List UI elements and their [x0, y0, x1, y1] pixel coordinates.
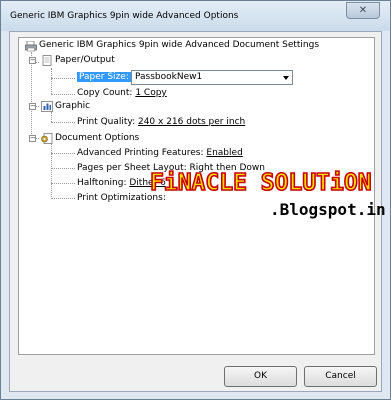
paper-size-dropdown[interactable]: PassbookNew1 [131, 70, 293, 85]
window-title: Generic IBM Graphics 9pin wide Advanced … [10, 11, 239, 21]
chevron-down-icon [283, 76, 289, 80]
tree-root-label: Generic IBM Graphics 9pin wide Advanced … [39, 40, 320, 50]
settings-tree[interactable]: Generic IBM Graphics 9pin wide Advanced … [18, 37, 375, 355]
close-icon: ✕ [358, 5, 368, 16]
print-quality-value[interactable]: 240 x 216 dots per inch [138, 117, 245, 127]
printer-document-icon [25, 41, 37, 52]
tree-item-print-quality[interactable]: Print Quality: 240 x 216 dots per inch [77, 116, 245, 129]
tree-item-copy-count[interactable]: Copy Count: 1 Copy [77, 87, 167, 100]
tree-line [51, 183, 75, 184]
print-optimizations-label: Print Optimizations: [77, 193, 166, 203]
pages-per-sheet-value[interactable]: Right then Down [190, 163, 265, 173]
ok-button[interactable]: OK [224, 366, 297, 387]
tree-item-advanced-printing-features[interactable]: Advanced Printing Features: Enabled [77, 147, 243, 160]
paper-size-value: PassbookNew1 [135, 72, 203, 82]
halftoning-value[interactable]: Dither 6 [129, 178, 166, 188]
pages-per-sheet-label: Pages per Sheet Layout: [77, 163, 187, 173]
tree-item-graphic[interactable]: − Graphic [29, 100, 109, 113]
tree-item-paper-output[interactable]: − Paper/Output [29, 54, 149, 67]
tree-line [51, 198, 75, 199]
tree-item-document-options[interactable]: − Document Options [29, 132, 159, 145]
title-bar: Generic IBM Graphics 9pin wide Advanced … [1, 1, 390, 31]
advanced-features-value[interactable]: Enabled [206, 148, 242, 158]
paper-icon [42, 55, 52, 66]
tree-item-print-optimizations[interactable]: Print Optimizations: [77, 192, 166, 205]
dialog-client-area: Generic IBM Graphics 9pin wide Advanced … [9, 31, 382, 392]
tree-line [51, 68, 52, 94]
close-button[interactable]: ✕ [346, 2, 380, 19]
document-options-label: Document Options [55, 133, 140, 143]
advanced-features-label: Advanced Printing Features: [77, 148, 204, 158]
tree-line [51, 112, 52, 122]
cancel-button[interactable]: Cancel [304, 366, 377, 387]
tree-item-pages-per-sheet[interactable]: Pages per Sheet Layout: Right then Down [77, 162, 265, 175]
paper-size-label: Paper Size: [77, 72, 131, 82]
tree-line [51, 153, 75, 154]
graphic-chart-icon [41, 101, 53, 112]
collapse-toggle[interactable]: − [29, 57, 36, 64]
collapse-toggle[interactable]: − [29, 135, 36, 142]
tree-item-halftoning[interactable]: Halftoning: Dither 6 [77, 177, 166, 190]
tree-line [51, 122, 75, 123]
copy-count-label: Copy Count: [77, 88, 133, 98]
print-quality-label: Print Quality: [77, 117, 136, 127]
advanced-options-dialog: Generic IBM Graphics 9pin wide Advanced … [0, 0, 391, 400]
tree-item-paper-size[interactable]: Paper Size: [77, 71, 131, 84]
paper-output-label: Paper/Output [55, 55, 115, 65]
copy-count-value[interactable]: 1 Copy [135, 88, 166, 98]
tree-line [51, 168, 75, 169]
document-options-icon [41, 133, 53, 144]
tree-line [51, 78, 75, 79]
tree-line [51, 94, 75, 95]
graphic-label: Graphic [55, 101, 91, 111]
halftoning-label: Halftoning: [77, 178, 127, 188]
collapse-toggle[interactable]: − [29, 103, 36, 110]
